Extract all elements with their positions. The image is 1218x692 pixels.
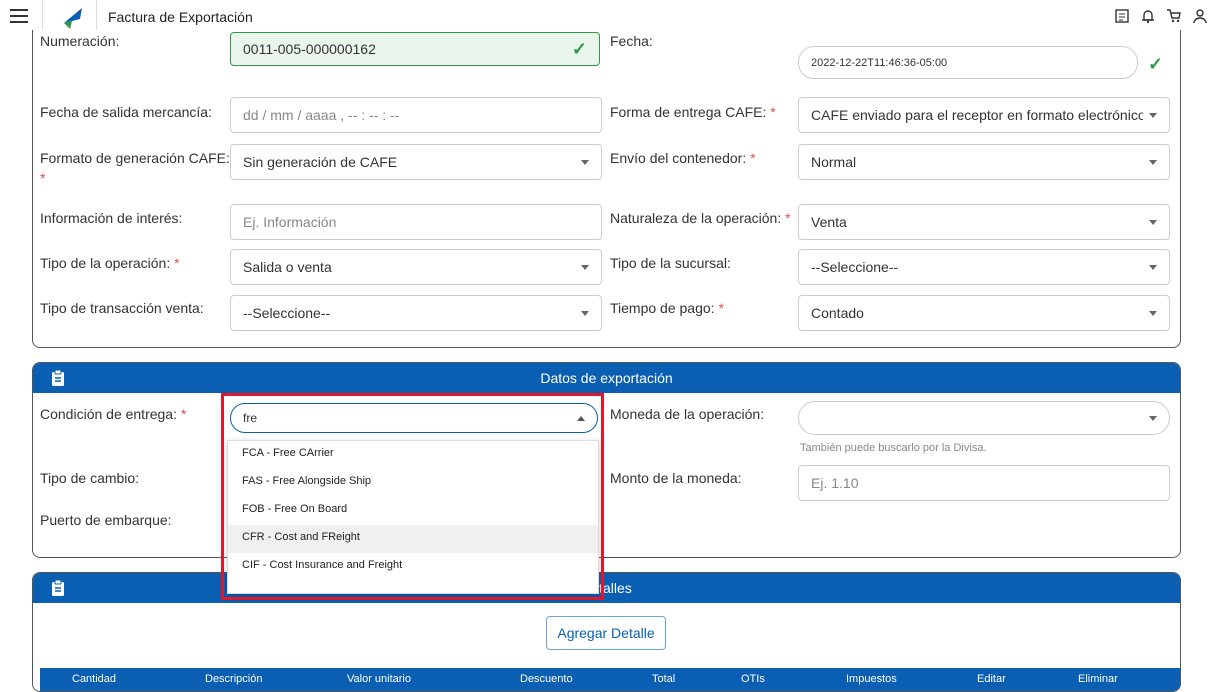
chevron-down-icon (581, 310, 589, 316)
chevron-down-icon (581, 264, 589, 270)
monto-label: Monto de la moneda: (610, 470, 742, 486)
bell-icon[interactable] (1138, 6, 1158, 26)
tipo-transaccion-select[interactable]: --Seleccione-- (230, 295, 602, 331)
chevron-down-icon (1149, 264, 1157, 270)
envio-label: Envío del contenedor: * (610, 150, 756, 166)
tipo-sucursal-label: Tipo de la sucursal: (610, 255, 731, 271)
details-header: Detalles (33, 573, 1180, 603)
details-title: Detalles (581, 580, 632, 596)
export-data-title: Datos de exportación (540, 370, 673, 386)
chevron-down-icon (1149, 310, 1157, 316)
monto-input[interactable]: Ej. 1.10 (798, 465, 1170, 501)
fecha-field[interactable]: 2022-12-22T11:46:36-05:00 (798, 46, 1138, 79)
chevron-down-icon (1149, 112, 1157, 118)
details-table-header: Cantidad Descripción Valor unitario Desc… (40, 668, 1180, 691)
check-icon: ✓ (1148, 54, 1164, 74)
add-detail-button[interactable]: Agregar Detalle (546, 616, 666, 650)
chevron-down-icon (1149, 219, 1157, 225)
fecha-salida-input[interactable]: dd / mm / aaaa , -- : -- : -- (230, 97, 602, 133)
column-header: OTIs (741, 673, 765, 685)
column-header: Descuento (520, 673, 573, 685)
tipo-operacion-select[interactable]: Salida o venta (230, 249, 602, 285)
column-header: Valor unitario (347, 673, 411, 685)
tipo-cambio-label: Tipo de cambio: (40, 470, 140, 486)
envio-select[interactable]: Normal (798, 144, 1170, 180)
top-bar: Factura de Exportación (0, 0, 1218, 34)
divider (42, 0, 43, 34)
chevron-down-icon (1149, 159, 1157, 165)
moneda-select[interactable] (798, 401, 1170, 435)
forma-entrega-select[interactable]: CAFE enviado para el receptor en formato… (798, 97, 1170, 133)
numeracion-label: Numeración: (40, 33, 120, 49)
moneda-help-text: También puede buscarlo por la Divisa. (800, 442, 987, 454)
check-icon: ✓ (571, 38, 587, 59)
tiempo-pago-select[interactable]: Contado (798, 295, 1170, 331)
column-header: Eliminar (1078, 673, 1118, 685)
column-header: Editar (977, 673, 1006, 685)
naturaleza-select[interactable]: Venta (798, 204, 1170, 240)
app-logo (64, 8, 82, 29)
forma-entrega-label: Forma de entrega CAFE: * (610, 104, 776, 120)
formato-select[interactable]: Sin generación de CAFE (230, 144, 602, 180)
naturaleza-label: Naturaleza de la operación: * (610, 210, 791, 226)
column-header: Descripción (205, 673, 263, 685)
moneda-label: Moneda de la operación: (610, 406, 765, 422)
receipt-icon[interactable] (1112, 6, 1132, 26)
menu-icon[interactable] (10, 9, 28, 23)
column-header: Cantidad (72, 673, 117, 685)
tipo-sucursal-select[interactable]: --Seleccione-- (798, 249, 1170, 285)
tiempo-pago-label: Tiempo de pago: * (610, 300, 724, 316)
user-icon[interactable] (1190, 6, 1210, 26)
cart-icon[interactable] (1164, 6, 1184, 26)
column-header: Total (652, 673, 676, 685)
formato-label: Formato de generación CAFE: * (40, 150, 230, 186)
info-input[interactable]: Ej. Información (230, 204, 602, 240)
export-data-card: Datos de exportación (32, 362, 1181, 558)
export-data-header: Datos de exportación (33, 363, 1180, 393)
numeracion-field: 0011-005-000000162 ✓ (230, 32, 600, 66)
tipo-operacion-label: Tipo de la operación: * (40, 255, 180, 271)
divider (96, 0, 97, 34)
tipo-transaccion-label: Tipo de transacción venta: (40, 300, 204, 316)
puerto-label: Puerto de embarque: (40, 512, 172, 528)
condicion-label: Condición de entrega: * (40, 406, 187, 422)
chevron-down-icon (581, 159, 589, 165)
highlight-annotation (221, 393, 604, 600)
column-header: Impuestos (846, 673, 897, 685)
info-label: Información de interés: (40, 210, 183, 226)
fecha-label: Fecha: (610, 33, 653, 49)
fecha-salida-label: Fecha de salida mercancía: (40, 104, 212, 120)
chevron-down-icon (1149, 415, 1157, 421)
page-title: Factura de Exportación (108, 9, 253, 25)
